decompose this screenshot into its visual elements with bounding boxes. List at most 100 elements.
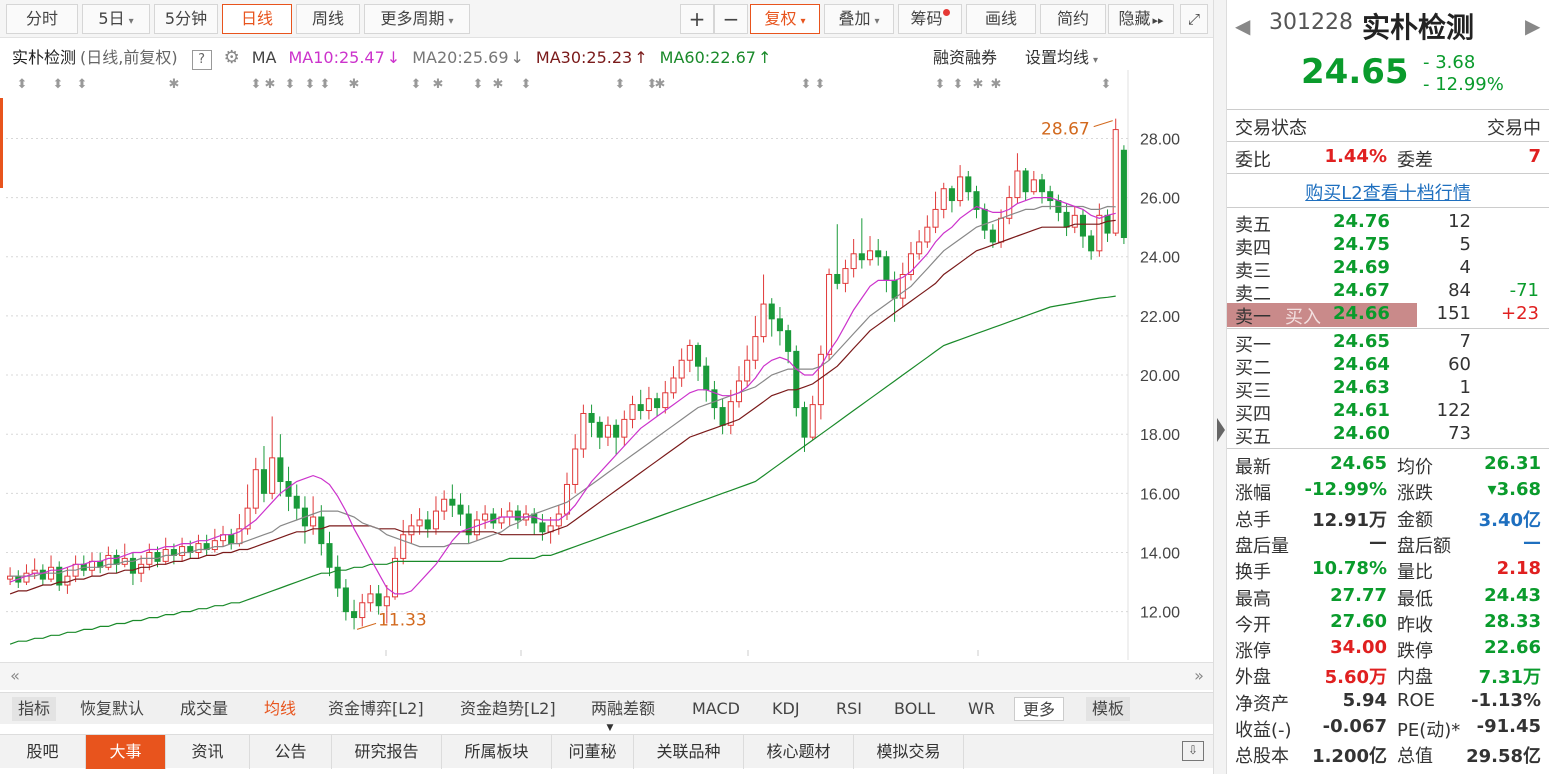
ask-row[interactable]: 卖一 24.66 151 +23 [1227,303,1549,328]
indicator-tab-fund-game[interactable]: 资金博弈[L2] [328,697,424,721]
candle-body [957,176,964,202]
double-chevron-left-icon[interactable]: « [4,666,26,688]
tab-sim-trading[interactable]: 模拟交易 [854,735,964,769]
next-stock-icon[interactable]: ▶ [1525,14,1540,38]
candle-body [744,359,751,382]
period-tab-weekly[interactable]: 周线 [296,4,360,34]
gear-icon[interactable]: ⚙ [224,47,240,68]
simple-mode-button[interactable]: 简约 [1040,4,1106,34]
ask-row[interactable]: 卖二 24.67 84 -71 [1227,280,1549,305]
period-tab-daily[interactable]: 日线 [222,4,292,34]
set-ma-dropdown[interactable]: 设置均线 ▾ [1025,44,1098,68]
tab-sectors[interactable]: 所属板块 [442,735,552,769]
candle-body [965,176,972,193]
stat-label: ROE [1397,689,1436,711]
bid-row[interactable]: 买一 24.65 7 [1227,331,1549,356]
candle-body [998,217,1005,243]
ask-row[interactable]: 卖三 24.69 4 [1227,257,1549,282]
y-tick-label: 12.00 [1140,605,1180,622]
period-tab-5min[interactable]: 5分钟 [154,4,218,34]
indicator-template-button[interactable]: 模板 [1086,697,1131,721]
indicator-tab-boll[interactable]: BOLL [894,697,935,721]
buy-overlay-label[interactable]: 买入 [1285,303,1321,329]
chips-label: 筹码 [910,9,943,28]
fullscreen-icon[interactable]: ⤢ [1180,4,1208,34]
indicator-tab-reset[interactable]: 恢复默认 [80,697,144,721]
bid-row[interactable]: 买三 24.63 1 [1227,377,1549,402]
collapse-arrow-icon[interactable] [1217,418,1225,442]
bid-row[interactable]: 买五 24.60 73 [1227,423,1549,448]
candle-body [866,250,874,261]
tab-related[interactable]: 关联品种 [634,735,744,769]
candle-body [252,469,259,509]
indicator-tab-rsi[interactable]: RSI [836,697,862,721]
stat-row: 最高 27.77 最低 24.43 [1227,585,1549,610]
indicator-tab-wr[interactable]: WR [968,697,995,721]
candle-body [318,516,325,545]
ask-row[interactable]: 卖五 24.76 12 [1227,211,1549,236]
ask-row[interactable]: 卖四 24.75 5 [1227,234,1549,259]
horizontal-scrollbar[interactable]: « » [0,662,1213,690]
indicator-tab-ma[interactable]: 均线 [264,697,296,721]
zoom-in-button[interactable]: + [680,4,714,34]
indicator-tab-margin-diff[interactable]: 两融差额 [591,697,655,721]
candle-body [924,226,931,243]
indicator-tab-kdj[interactable]: KDJ [772,697,800,721]
quote-panel: ◀ 301228 实朴检测 ▶ 24.65 - 3.68 - 12.99% 交易… [1227,0,1549,774]
overlay-dropdown[interactable]: 叠加 ▾ [824,4,894,34]
double-chevron-right-icon[interactable]: » [1188,666,1210,688]
arrow-up-icon: ↑ [634,48,648,67]
candle-body [514,510,521,521]
stat-label: 盘后量 [1235,535,1289,557]
chevron-down-icon: ▾ [1093,55,1099,66]
bid-row[interactable]: 买四 24.61 122 [1227,400,1549,425]
period-tab-5day[interactable]: 5日 ▾ [82,4,150,34]
panel-divider[interactable] [1213,0,1227,774]
indicator-tab-macd[interactable]: MACD [692,697,740,721]
tab-announcements[interactable]: 公告 [250,735,332,769]
draw-line-button[interactable]: 画线 [966,4,1036,34]
candle-body [351,611,358,619]
stat-label: 最低 [1397,588,1433,610]
chips-button[interactable]: 筹码 [898,4,962,34]
indicator-tab-volume[interactable]: 成交量 [180,697,228,721]
restore-rights-dropdown[interactable]: 复权 ▾ [750,4,820,34]
hide-button[interactable]: 隐藏 ▸▸ [1108,4,1174,34]
indicator-more-button[interactable]: 更多 [1014,697,1065,721]
tab-ask-secretary[interactable]: 问董秘 [552,735,634,769]
zoom-out-button[interactable]: − [714,4,748,34]
bid-price: 24.61 [1333,400,1390,421]
event-marker-icon: ✱ [973,77,984,92]
tab-news[interactable]: 资讯 [166,735,250,769]
tab-research[interactable]: 研究报告 [332,735,442,769]
candlestick-chart[interactable]: 28.00 26.00 24.00 22.00 20.00 18.00 16.00 14.00… [0,70,1213,660]
candle-body [572,448,579,485]
indicator-bar: 指标 恢复默认 成交量 均线 资金博弈[L2] 资金趋势[L2] 两融差额 MA… [0,692,1213,724]
download-icon[interactable]: ⇩ [1182,741,1204,761]
candle-body [400,534,407,559]
status-label: 交易状态 [1235,118,1307,139]
stat-row: 净资产 5.94 ROE -1.13% [1227,689,1549,715]
stat-value: ▾3.68 [1487,479,1541,501]
buy-l2-link[interactable]: 购买L2查看十档行情 [1227,179,1549,205]
indicator-tab-fund-trend[interactable]: 资金趋势[L2] [460,697,556,721]
tab-guba[interactable]: 股吧 [0,735,86,769]
period-more-dropdown[interactable]: 更多周期 ▾ [364,4,470,34]
indicator-tab-indicators[interactable]: 指标 [12,697,57,721]
legend-ma30: MA30:25.23 [535,48,633,67]
help-icon[interactable]: ? [191,50,212,70]
period-tab-intraday[interactable]: 分时 [6,4,78,34]
tab-events[interactable]: 大事 [86,735,166,769]
candle-body [539,522,546,533]
y-tick-label: 22.00 [1140,309,1180,326]
bid-row[interactable]: 买二 24.64 60 [1227,354,1549,379]
restore-rights-label: 复权 [764,9,797,28]
event-marker-icon: ⬍ [801,77,812,92]
prev-stock-icon[interactable]: ◀ [1235,14,1250,38]
candle-body [654,398,661,409]
tab-core-themes[interactable]: 核心题材 [744,735,854,769]
margin-trading-button[interactable]: 融资融券 [933,44,997,68]
collapse-handle-icon[interactable]: ▼ [592,724,628,733]
stat-label: 最新 [1235,457,1271,478]
bid-price: 24.60 [1333,423,1390,444]
